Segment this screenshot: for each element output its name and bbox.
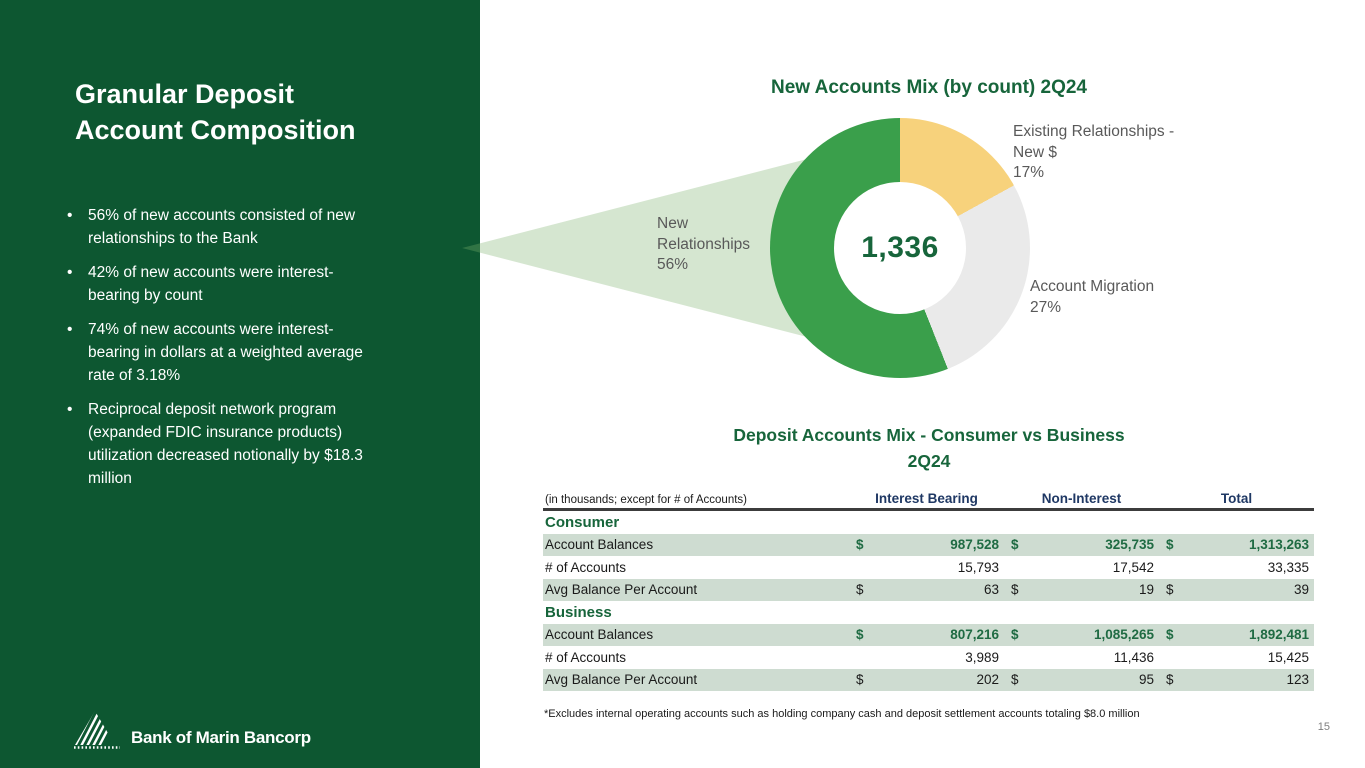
slide-title: Granular Deposit Account Composition bbox=[75, 76, 415, 148]
table-title: Deposit Accounts Mix - Consumer vs Busin… bbox=[543, 422, 1315, 474]
bank-logo: Bank of Marin Bancorp bbox=[70, 710, 311, 750]
dollar-sign: $ bbox=[1166, 537, 1174, 552]
bullet-item: 42% of new accounts were interest- beari… bbox=[63, 261, 448, 307]
dollar-sign: $ bbox=[1166, 672, 1174, 687]
dollar-sign: $ bbox=[1011, 582, 1019, 597]
dollar-sign: $ bbox=[856, 672, 864, 687]
mountain-logo-icon bbox=[70, 710, 122, 750]
table-unit-note: (in thousands; except for # of Accounts) bbox=[543, 494, 849, 506]
section-row-business: Business bbox=[543, 601, 1314, 624]
label-account-migration: Account Migration 27% bbox=[1030, 277, 1154, 318]
table-row: # of Accounts 15,793 17,542 33,335 bbox=[543, 556, 1314, 579]
slide: Granular Deposit Account Composition 56%… bbox=[0, 0, 1365, 768]
table-row: # of Accounts 3,989 11,436 15,425 bbox=[543, 646, 1314, 669]
deposit-table: (in thousands; except for # of Accounts)… bbox=[543, 487, 1314, 691]
dollar-sign: $ bbox=[1166, 582, 1174, 597]
table-title-line2: 2Q24 bbox=[908, 451, 951, 471]
table-row: Avg Balance Per Account $63 $19 $39 bbox=[543, 579, 1314, 602]
label-new-relationships: New Relationships 56% bbox=[657, 214, 750, 276]
sidebar: Granular Deposit Account Composition 56%… bbox=[0, 0, 480, 768]
dollar-sign: $ bbox=[856, 627, 864, 642]
label-existing-relationships: Existing Relationships - New $ 17% bbox=[1013, 122, 1174, 184]
table-row: Account Balances $807,216 $1,085,265 $1,… bbox=[543, 624, 1314, 647]
col-header-interest-bearing: Interest Bearing bbox=[849, 491, 1004, 506]
bullet-item: Reciprocal deposit network program (expa… bbox=[63, 398, 448, 490]
dollar-sign: $ bbox=[1011, 672, 1019, 687]
donut-hole: 1,336 bbox=[834, 182, 966, 314]
dollar-sign: $ bbox=[1011, 627, 1019, 642]
donut-chart: 1,336 bbox=[770, 118, 1030, 378]
dollar-sign: $ bbox=[856, 582, 864, 597]
donut-chart-title: New Accounts Mix (by count) 2Q24 bbox=[543, 77, 1315, 99]
section-row-consumer: Consumer bbox=[543, 511, 1314, 534]
col-header-total: Total bbox=[1159, 491, 1314, 506]
dollar-sign: $ bbox=[856, 537, 864, 552]
page-number: 15 bbox=[1300, 721, 1330, 733]
table-title-line1: Deposit Accounts Mix - Consumer vs Busin… bbox=[733, 425, 1124, 445]
col-header-non-interest: Non-Interest bbox=[1004, 491, 1159, 506]
bullet-item: 56% of new accounts consisted of new rel… bbox=[63, 204, 448, 250]
bullet-list: 56% of new accounts consisted of new rel… bbox=[63, 204, 448, 501]
table-row: Avg Balance Per Account $202 $95 $123 bbox=[543, 669, 1314, 692]
dollar-sign: $ bbox=[1011, 537, 1019, 552]
table-row: Account Balances $987,528 $325,735 $1,31… bbox=[543, 534, 1314, 557]
table-header-row: (in thousands; except for # of Accounts)… bbox=[543, 487, 1314, 511]
logo-text: Bank of Marin Bancorp bbox=[131, 728, 311, 748]
footnote: *Excludes internal operating accounts su… bbox=[544, 708, 1304, 720]
bullet-item: 74% of new accounts were interest- beari… bbox=[63, 318, 448, 387]
donut-center-value: 1,336 bbox=[861, 231, 939, 265]
dollar-sign: $ bbox=[1166, 627, 1174, 642]
